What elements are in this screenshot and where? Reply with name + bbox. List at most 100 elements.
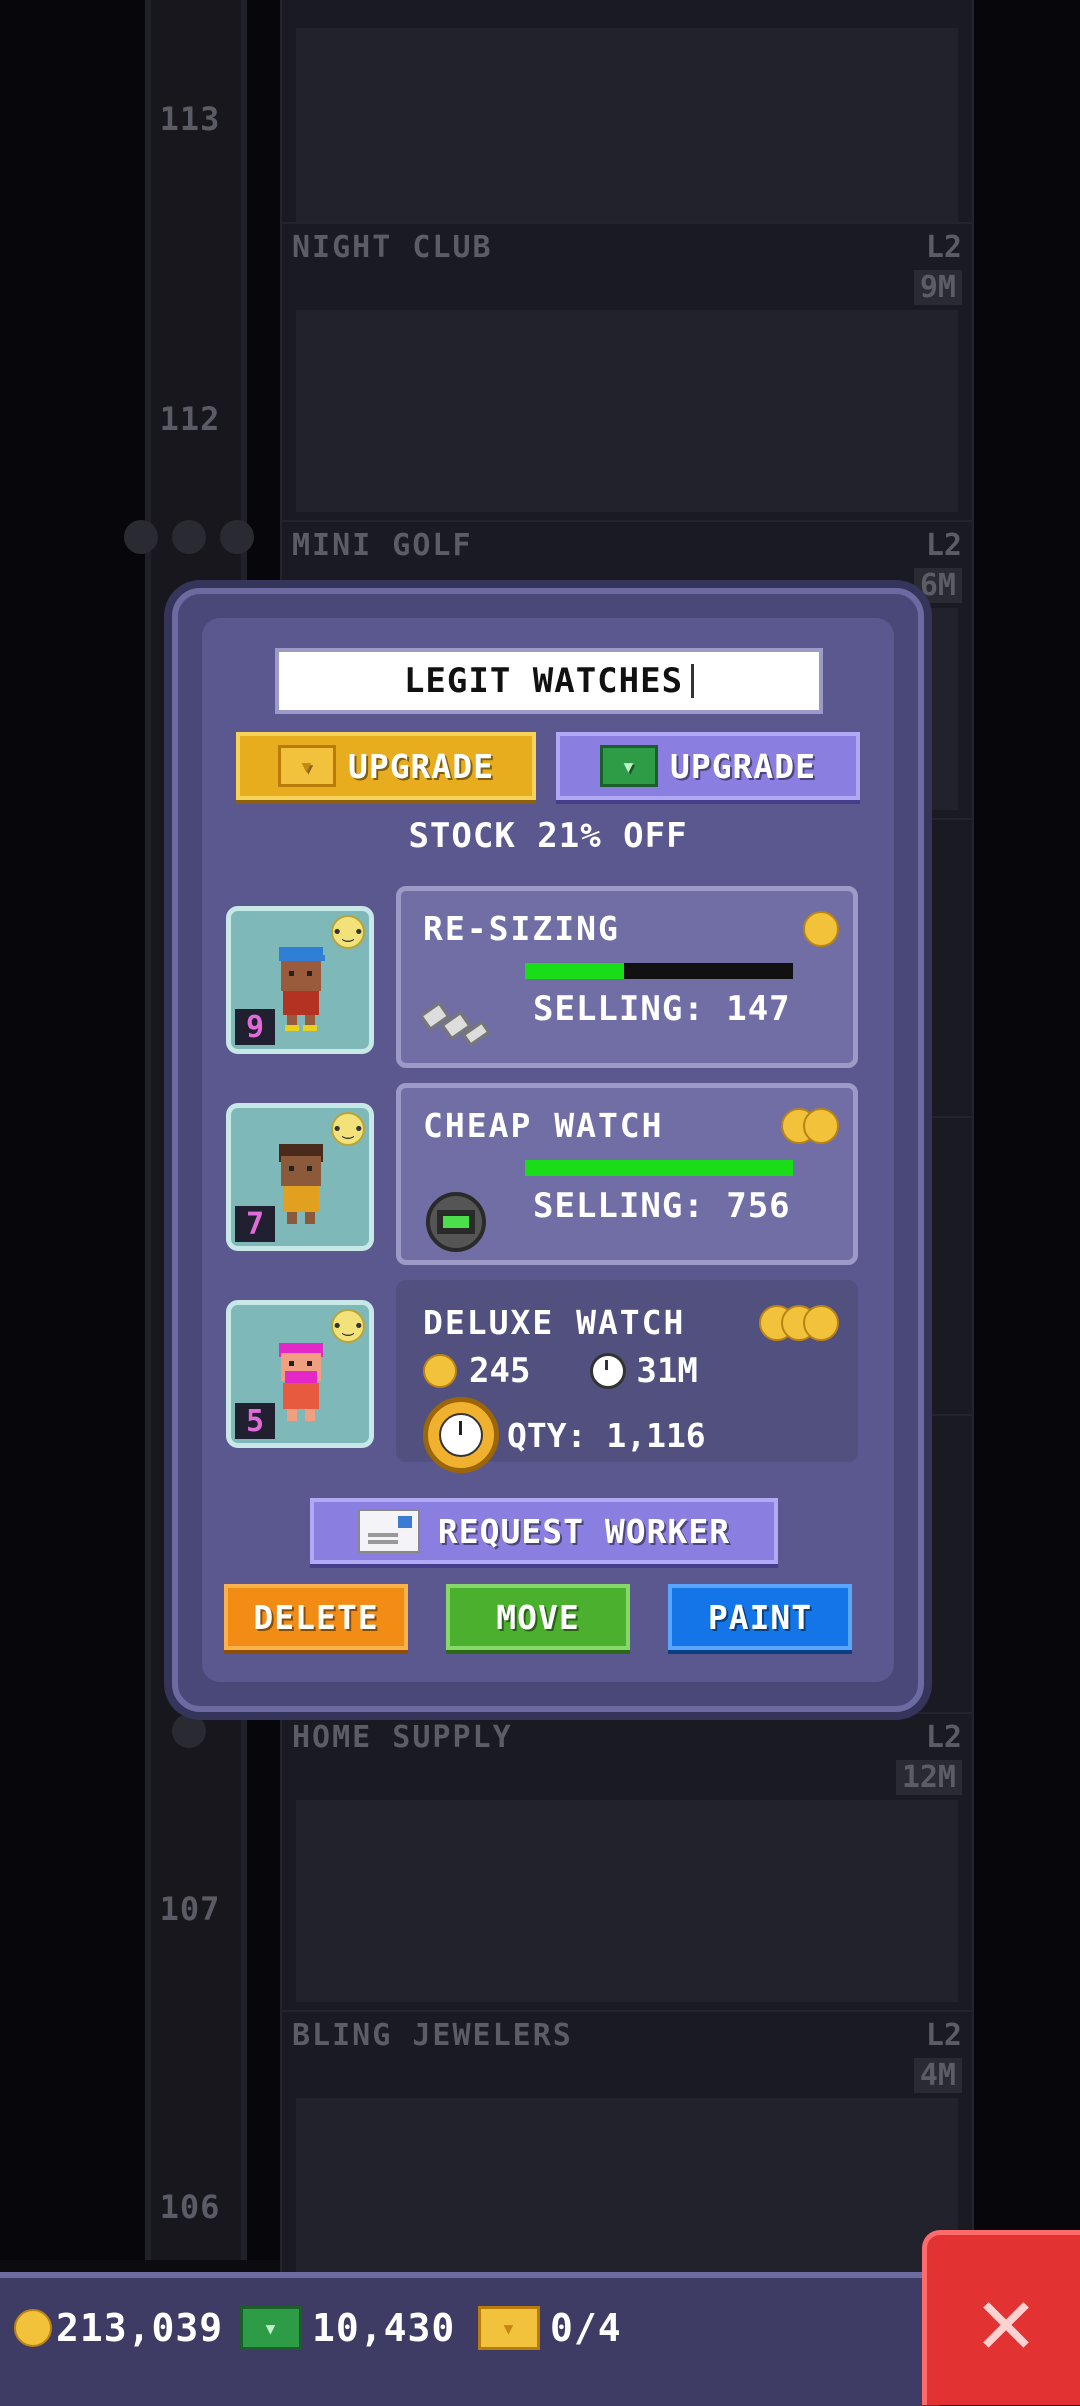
floor-value: 4M [913, 2058, 962, 2093]
floor-scene [296, 2098, 958, 2300]
coin-amount: 213,039 [56, 2306, 224, 2350]
floor-level: L2 [925, 528, 962, 563]
golden-ticket-balance: ▼ 0/4 [478, 2306, 622, 2350]
floor-row[interactable]: BLING JEWELERS L2 4M [280, 2010, 974, 2312]
floor-name: BLING JEWELERS [292, 2018, 573, 2053]
stock-qty-row: QTY: 1,116 [423, 1397, 706, 1473]
stock-cost: 245 [469, 1351, 531, 1391]
stock-qty: QTY: 1,116 [507, 1415, 706, 1455]
star-icon [220, 520, 254, 554]
worker-sprite [279, 1343, 323, 1421]
clock-icon [590, 1353, 627, 1389]
floor-scene [296, 28, 958, 230]
floor-value: 6M [913, 568, 962, 603]
stock-slot-3[interactable]: DELUXE WATCH 245 31M QTY: 1,116 [396, 1280, 858, 1473]
coin-icon [423, 1354, 457, 1388]
coin-icon [803, 1305, 839, 1341]
floor-number: 107 [159, 1890, 221, 1928]
worker-level-badge: 7 [235, 1206, 275, 1242]
stock-progress-bar [525, 963, 793, 979]
stock-discount-text: STOCK 21% OFF [408, 816, 688, 856]
paint-button[interactable]: PAINT [668, 1584, 852, 1650]
floor-row[interactable] [280, 0, 974, 242]
delete-label: DELETE [253, 1597, 379, 1637]
stock-progress-bar [525, 1160, 793, 1176]
floor-level: L2 [925, 1720, 962, 1755]
floor-scene [296, 310, 958, 512]
text-caret [691, 664, 695, 698]
floor-name: HOME SUPPLY [292, 1720, 513, 1755]
stock-name: RE-SIZING [423, 909, 620, 948]
watch-band-icon [421, 1001, 491, 1047]
store-name-field[interactable]: LEGIT WATCHES [275, 648, 823, 714]
bux-balance: ▼ 10,430 [240, 2306, 455, 2350]
floor-number: 106 [159, 2188, 221, 2226]
stock-cost-row: 245 31M [423, 1351, 698, 1391]
stock-progress-fill [525, 963, 625, 979]
floor-row[interactable]: NIGHT CLUB L2 9M [280, 222, 974, 524]
stock-name: DELUXE WATCH [423, 1303, 686, 1342]
coin-icon [14, 2309, 52, 2347]
digital-watch-icon [426, 1192, 486, 1252]
floor-number: 112 [159, 400, 221, 438]
stock-name: CHEAP WATCH [423, 1106, 664, 1145]
upgrade-bux-label: UPGRADE [669, 746, 817, 786]
tower-bux-icon: ▼ [599, 745, 658, 787]
close-button[interactable]: ✕ [922, 2230, 1080, 2405]
coin-icon [803, 911, 839, 947]
star-icon [172, 1714, 206, 1748]
stock-progress-fill [525, 1160, 793, 1176]
currency-bar: 213,039 ▼ 10,430 ▼ 0/4 [0, 2272, 940, 2406]
stock-slot-1[interactable]: RE-SIZING SELLING: 147 [396, 886, 858, 1068]
close-icon: ✕ [977, 2264, 1035, 2376]
neutral-face-icon: •‿• [331, 1112, 365, 1146]
floor-scene [296, 1800, 958, 2002]
stock-selling-text: SELLING: 147 [533, 989, 791, 1029]
floor-level: L2 [925, 230, 962, 265]
stock-tier-coins [781, 1108, 839, 1144]
bux-amount: 10,430 [312, 2306, 456, 2350]
upgrade-gold-button[interactable]: ▼ UPGRADE [236, 732, 536, 800]
mail-icon [357, 1509, 420, 1553]
delete-button[interactable]: DELETE [224, 1584, 408, 1650]
star-icon [124, 520, 158, 554]
move-button[interactable]: MOVE [446, 1584, 630, 1650]
store-name-text: LEGIT WATCHES [403, 661, 684, 701]
worker-sprite [279, 947, 325, 1031]
worker-slot-1[interactable]: •‿• 9 [226, 906, 374, 1054]
neutral-face-icon: •‿• [331, 1309, 365, 1343]
store-dialog: LEGIT WATCHES ▼ UPGRADE ▼ UPGRADE STOCK … [172, 588, 924, 1712]
stock-selling-text: SELLING: 756 [533, 1186, 791, 1226]
gold-watch-icon [423, 1397, 499, 1473]
worker-level-badge: 9 [235, 1009, 275, 1045]
request-worker-button[interactable]: REQUEST WORKER [310, 1498, 778, 1564]
stock-time: 31M [636, 1351, 698, 1391]
golden-ticket-amount: 0/4 [550, 2306, 622, 2350]
floor-number: 113 [159, 100, 221, 138]
upgrade-gold-label: UPGRADE [347, 746, 495, 786]
floor-level: L2 [925, 2018, 962, 2053]
upgrade-bux-button[interactable]: ▼ UPGRADE [556, 732, 860, 800]
worker-slot-3[interactable]: •‿• 5 [226, 1300, 374, 1448]
stock-tier-coins [803, 911, 839, 947]
tower-bux-icon: ▼ [240, 2306, 302, 2350]
move-label: MOVE [496, 1597, 580, 1637]
floor-value: 12M [895, 1760, 962, 1795]
worker-slot-2[interactable]: •‿• 7 [226, 1103, 374, 1251]
stock-tier-coins [759, 1305, 839, 1341]
floor-row[interactable]: HOME SUPPLY L2 12M [280, 1712, 974, 2014]
floor-name: MINI GOLF [292, 528, 473, 563]
request-worker-label: REQUEST WORKER [437, 1511, 731, 1551]
stock-slot-2[interactable]: CHEAP WATCH SELLING: 756 [396, 1083, 858, 1265]
golden-ticket-icon: ▼ [478, 2306, 540, 2350]
coin-icon [803, 1108, 839, 1144]
worker-sprite [279, 1144, 323, 1224]
paint-label: PAINT [707, 1597, 813, 1637]
golden-ticket-icon: ▼ [277, 745, 336, 787]
worker-level-badge: 5 [235, 1403, 275, 1439]
floor-value: 9M [913, 270, 962, 305]
floor-name: NIGHT CLUB [292, 230, 493, 265]
coin-balance: 213,039 [14, 2306, 223, 2350]
star-icon [172, 520, 206, 554]
neutral-face-icon: •‿• [331, 915, 365, 949]
